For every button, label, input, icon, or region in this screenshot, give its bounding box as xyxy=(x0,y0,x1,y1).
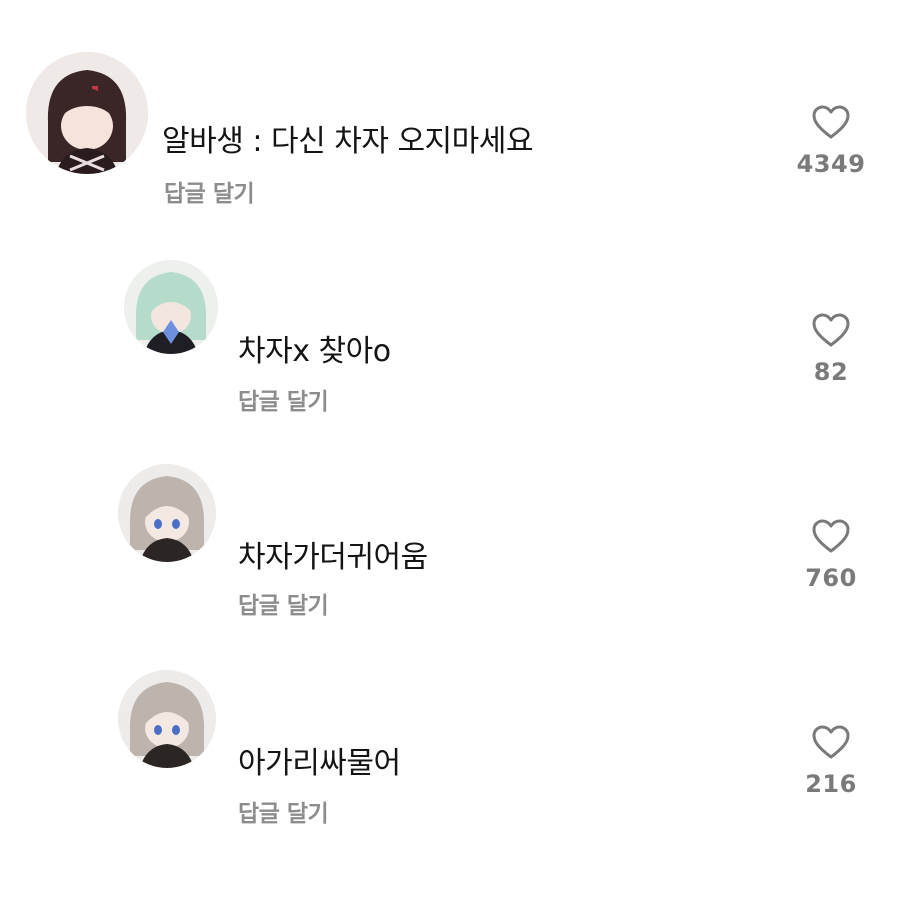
reply-comment-item: 아가리싸물어 답글 달기 216 xyxy=(0,650,900,900)
heart-icon[interactable] xyxy=(811,518,851,554)
avatar[interactable] xyxy=(118,670,216,768)
reply-button[interactable]: 답글 달기 xyxy=(238,586,329,620)
avatar-grey-hair-chibi-icon xyxy=(118,670,216,768)
comment-item: 알바생 : 다신 차자 오지마세요 답글 달기 4349 xyxy=(0,0,900,230)
avatar-grey-hair-chibi-icon xyxy=(118,464,216,562)
comment-text: 차자가더귀어움 xyxy=(238,540,428,575)
like-button[interactable]: 760 xyxy=(786,518,876,592)
avatar-dark-hair-chibi-icon xyxy=(26,52,148,174)
heart-icon[interactable] xyxy=(811,104,851,140)
comment-text: 차자x 찾아o xyxy=(238,334,391,369)
reply-comment-item: 차자x 찾아o 답글 달기 82 xyxy=(0,230,900,440)
avatar[interactable] xyxy=(26,52,148,174)
like-button[interactable]: 82 xyxy=(786,312,876,386)
like-count: 216 xyxy=(805,770,857,798)
avatar[interactable] xyxy=(118,464,216,562)
reply-button[interactable]: 답글 달기 xyxy=(238,382,329,416)
heart-icon[interactable] xyxy=(811,724,851,760)
avatar[interactable] xyxy=(124,260,218,354)
like-count: 760 xyxy=(805,564,857,592)
reply-button[interactable]: 답글 달기 xyxy=(238,794,329,828)
comment-text: 아가리싸물어 xyxy=(238,746,401,781)
like-button[interactable]: 216 xyxy=(786,724,876,798)
like-count: 82 xyxy=(813,358,849,386)
heart-icon[interactable] xyxy=(811,312,851,348)
reply-button[interactable]: 답글 달기 xyxy=(164,174,255,208)
avatar-mint-hair-chibi-icon xyxy=(124,260,218,354)
like-count: 4349 xyxy=(796,150,866,178)
comment-text: 알바생 : 다신 차자 오지마세요 xyxy=(162,124,533,159)
like-button[interactable]: 4349 xyxy=(786,104,876,178)
reply-comment-item: 차자가더귀어움 답글 달기 760 xyxy=(0,440,900,650)
